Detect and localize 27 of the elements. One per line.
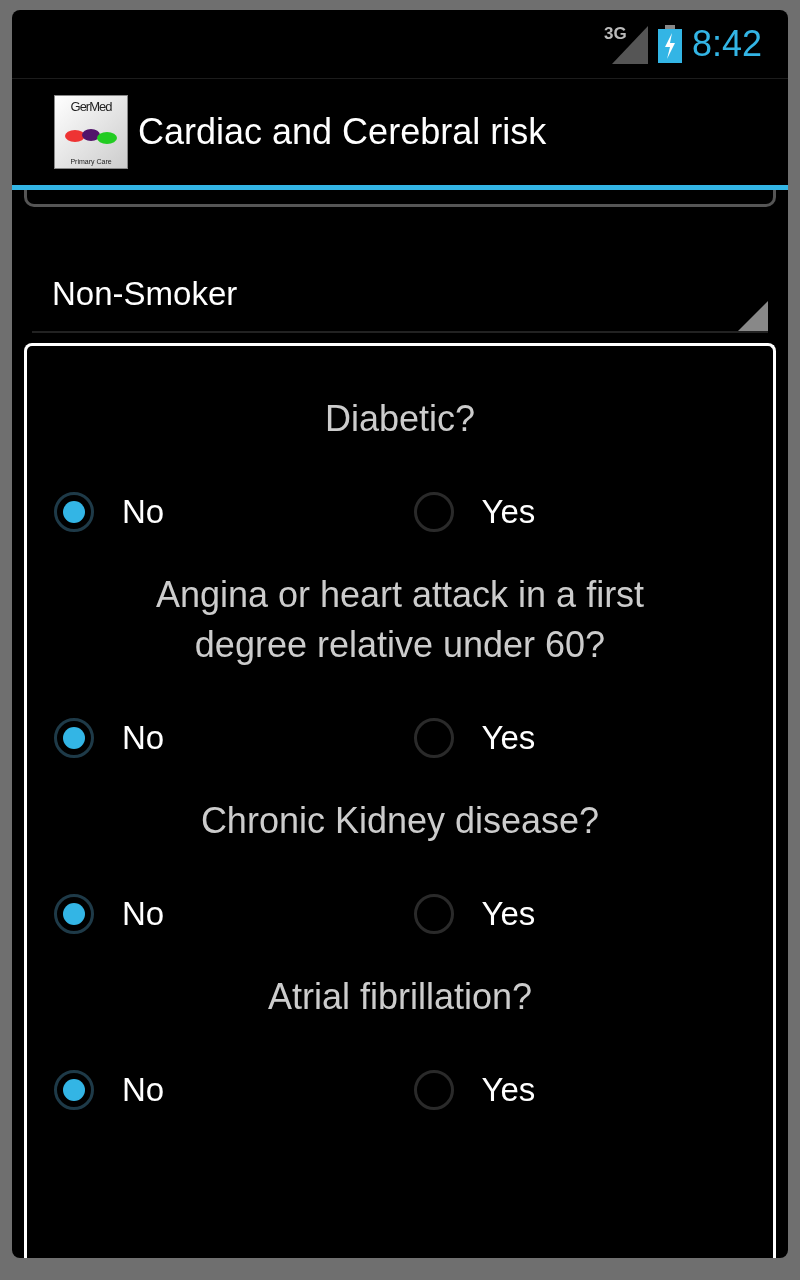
radio-button[interactable] bbox=[413, 1070, 454, 1110]
battery-icon bbox=[657, 25, 682, 63]
question-text: Atrial fibrillation? bbox=[266, 975, 534, 1019]
screen-title: Cardiac and Cerebral risk bbox=[138, 111, 547, 153]
question-text: Diabetic? bbox=[323, 397, 477, 441]
radio-button[interactable] bbox=[54, 1070, 94, 1110]
clock-time: 8:42 bbox=[691, 23, 762, 65]
radio-option[interactable]: Yes bbox=[413, 472, 773, 552]
pills-icon bbox=[63, 128, 119, 144]
radio-button[interactable] bbox=[54, 894, 94, 934]
radio-button[interactable] bbox=[413, 718, 454, 758]
logo-text: GerMed bbox=[70, 99, 112, 114]
question-text: Angina or heart attack in a first degree relative under 60? bbox=[154, 573, 646, 667]
dropdown-corner-icon bbox=[738, 301, 768, 331]
radio-button[interactable] bbox=[54, 492, 94, 532]
radio-option[interactable]: No bbox=[54, 472, 414, 552]
radio-option[interactable]: No bbox=[54, 874, 414, 954]
radio-option[interactable]: Yes bbox=[413, 874, 773, 954]
radio-button[interactable] bbox=[413, 894, 454, 934]
question-text: Chronic Kidney disease? bbox=[199, 799, 601, 843]
radio-option[interactable]: No bbox=[54, 698, 414, 778]
radio-button[interactable] bbox=[413, 492, 454, 532]
radio-option[interactable]: Yes bbox=[413, 1050, 773, 1130]
radio-button[interactable] bbox=[54, 718, 94, 758]
radio-option[interactable]: No bbox=[54, 1050, 414, 1130]
smoking-dropdown[interactable]: Non-Smoker bbox=[32, 275, 768, 333]
radio-option[interactable]: Yes bbox=[413, 698, 773, 778]
